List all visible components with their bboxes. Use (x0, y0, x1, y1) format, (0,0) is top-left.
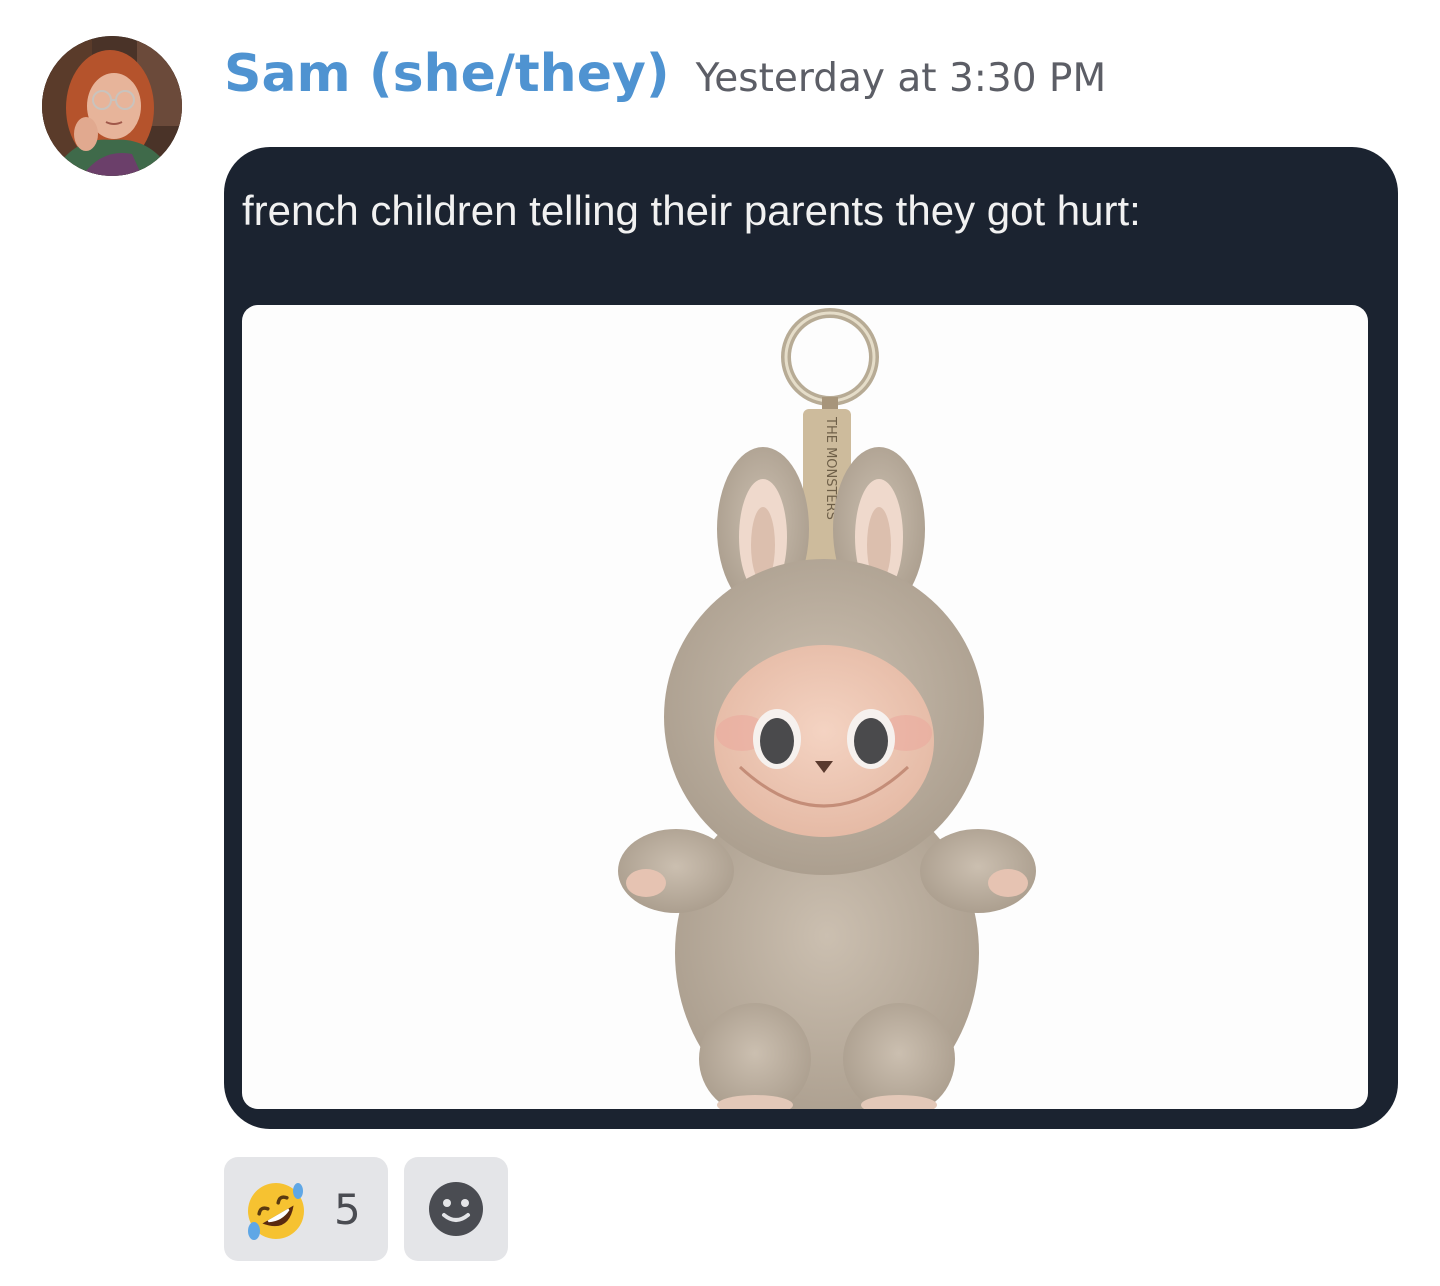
plush-keychain-image: THE MONSTERS (242, 305, 1368, 1109)
rolling-on-floor-laughing-icon (248, 1183, 304, 1240)
reaction-laugh[interactable]: 5 (224, 1157, 388, 1261)
reaction-count: 5 (334, 1185, 361, 1234)
message-header: Sam (she/they) Yesterday at 3:30 PM (224, 44, 1106, 124)
author-name[interactable]: Sam (she/they) (224, 44, 670, 104)
add-reaction-button[interactable] (404, 1157, 508, 1261)
user-avatar[interactable] (42, 36, 182, 176)
meme-caption: french children telling their parents th… (242, 187, 1141, 234)
add-reaction-smiley-icon (429, 1182, 483, 1236)
message-timestamp: Yesterday at 3:30 PM (695, 56, 1107, 101)
chat-message: Sam (she/they) Yesterday at 3:30 PM frenc… (0, 0, 1440, 1286)
image-attachment[interactable]: french children telling their parents th… (224, 147, 1398, 1129)
